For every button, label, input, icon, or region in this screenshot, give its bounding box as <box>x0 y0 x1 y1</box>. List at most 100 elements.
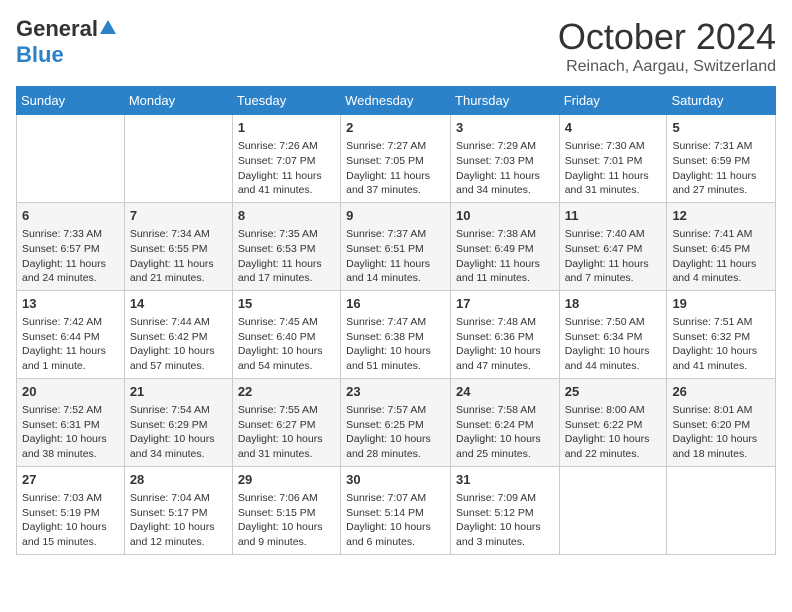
calendar-cell: 25Sunrise: 8:00 AMSunset: 6:22 PMDayligh… <box>559 378 667 466</box>
day-number: 10 <box>456 207 554 225</box>
sunset-text: Sunset: 6:51 PM <box>346 243 424 255</box>
sunset-text: Sunset: 6:53 PM <box>238 243 316 255</box>
sunrise-text: Sunrise: 7:50 AM <box>565 316 645 328</box>
sunrise-text: Sunrise: 8:01 AM <box>672 404 752 416</box>
calendar-cell: 19Sunrise: 7:51 AMSunset: 6:32 PMDayligh… <box>667 290 776 378</box>
calendar-cell: 2Sunrise: 7:27 AMSunset: 7:05 PMDaylight… <box>341 115 451 203</box>
calendar-cell: 21Sunrise: 7:54 AMSunset: 6:29 PMDayligh… <box>124 378 232 466</box>
sunrise-text: Sunrise: 8:00 AM <box>565 404 645 416</box>
day-number: 25 <box>565 383 662 401</box>
day-number: 3 <box>456 119 554 137</box>
day-number: 14 <box>130 295 227 313</box>
sunset-text: Sunset: 6:49 PM <box>456 243 534 255</box>
calendar-week-row: 13Sunrise: 7:42 AMSunset: 6:44 PMDayligh… <box>17 290 776 378</box>
sunrise-text: Sunrise: 7:44 AM <box>130 316 210 328</box>
sunset-text: Sunset: 6:24 PM <box>456 419 534 431</box>
sunrise-text: Sunrise: 7:06 AM <box>238 492 318 504</box>
sunset-text: Sunset: 6:27 PM <box>238 419 316 431</box>
day-number: 5 <box>672 119 770 137</box>
calendar-cell: 16Sunrise: 7:47 AMSunset: 6:38 PMDayligh… <box>341 290 451 378</box>
sunset-text: Sunset: 7:03 PM <box>456 155 534 167</box>
calendar-cell: 14Sunrise: 7:44 AMSunset: 6:42 PMDayligh… <box>124 290 232 378</box>
sunset-text: Sunset: 6:45 PM <box>672 243 750 255</box>
weekday-header-thursday: Thursday <box>451 87 560 115</box>
calendar-cell <box>559 466 667 554</box>
calendar-cell: 1 Sunrise: 7:26 AM Sunset: 7:07 PM Daylight… <box>232 115 340 203</box>
calendar-cell: 8Sunrise: 7:35 AMSunset: 6:53 PMDaylight… <box>232 202 340 290</box>
calendar-cell <box>17 115 125 203</box>
daylight-text: Daylight: 10 hours and 22 minutes. <box>565 433 650 460</box>
daylight-text: Daylight: 11 hours and 41 minutes. <box>238 170 322 197</box>
weekday-header-wednesday: Wednesday <box>341 87 451 115</box>
day-number: 20 <box>22 383 119 401</box>
sunset-text: Sunset: 5:12 PM <box>456 507 534 519</box>
day-number: 21 <box>130 383 227 401</box>
day-number: 1 <box>238 119 335 137</box>
sunset-text: Sunset: 6:44 PM <box>22 331 100 343</box>
sunset-text: Sunset: 6:32 PM <box>672 331 750 343</box>
day-number: 13 <box>22 295 119 313</box>
day-number: 26 <box>672 383 770 401</box>
weekday-header-friday: Friday <box>559 87 667 115</box>
daylight-text: Daylight: 10 hours and 47 minutes. <box>456 345 541 372</box>
sunrise-text: Sunrise: 7:04 AM <box>130 492 210 504</box>
daylight-text: Daylight: 10 hours and 41 minutes. <box>672 345 757 372</box>
logo-general-text: General <box>16 16 98 42</box>
day-number: 31 <box>456 471 554 489</box>
sunset-text: Sunset: 7:07 PM <box>238 155 316 167</box>
calendar-cell: 4Sunrise: 7:30 AMSunset: 7:01 PMDaylight… <box>559 115 667 203</box>
day-number: 18 <box>565 295 662 313</box>
calendar-cell: 18Sunrise: 7:50 AMSunset: 6:34 PMDayligh… <box>559 290 667 378</box>
day-number: 24 <box>456 383 554 401</box>
calendar-cell <box>667 466 776 554</box>
sunrise-text: Sunrise: 7:58 AM <box>456 404 536 416</box>
calendar-cell: 5Sunrise: 7:31 AMSunset: 6:59 PMDaylight… <box>667 115 776 203</box>
sunrise-text: Sunrise: 7:26 AM <box>238 140 318 152</box>
calendar-cell: 27Sunrise: 7:03 AMSunset: 5:19 PMDayligh… <box>17 466 125 554</box>
daylight-text: Daylight: 11 hours and 31 minutes. <box>565 170 649 197</box>
daylight-text: Daylight: 10 hours and 38 minutes. <box>22 433 107 460</box>
sunset-text: Sunset: 6:31 PM <box>22 419 100 431</box>
calendar-cell: 15Sunrise: 7:45 AMSunset: 6:40 PMDayligh… <box>232 290 340 378</box>
daylight-text: Daylight: 10 hours and 12 minutes. <box>130 521 215 548</box>
day-number: 15 <box>238 295 335 313</box>
sunrise-text: Sunrise: 7:03 AM <box>22 492 102 504</box>
sunset-text: Sunset: 6:42 PM <box>130 331 208 343</box>
daylight-text: Daylight: 10 hours and 18 minutes. <box>672 433 757 460</box>
sunrise-text: Sunrise: 7:35 AM <box>238 228 318 240</box>
daylight-text: Daylight: 10 hours and 25 minutes. <box>456 433 541 460</box>
daylight-text: Daylight: 10 hours and 15 minutes. <box>22 521 107 548</box>
daylight-text: Daylight: 11 hours and 4 minutes. <box>672 258 756 285</box>
month-title: October 2024 <box>558 16 776 58</box>
sunset-text: Sunset: 6:29 PM <box>130 419 208 431</box>
daylight-text: Daylight: 11 hours and 37 minutes. <box>346 170 430 197</box>
day-number: 12 <box>672 207 770 225</box>
daylight-text: Daylight: 11 hours and 34 minutes. <box>456 170 540 197</box>
daylight-text: Daylight: 10 hours and 34 minutes. <box>130 433 215 460</box>
logo: General Blue <box>16 16 116 68</box>
calendar-cell: 3 Sunrise: 7:29 AM Sunset: 7:03 PM Daylight… <box>451 115 560 203</box>
sunrise-text: Sunrise: 7:33 AM <box>22 228 102 240</box>
calendar-cell <box>124 115 232 203</box>
day-number: 4 <box>565 119 662 137</box>
day-number: 9 <box>346 207 445 225</box>
day-number: 22 <box>238 383 335 401</box>
sunrise-text: Sunrise: 7:47 AM <box>346 316 426 328</box>
day-number: 8 <box>238 207 335 225</box>
sunrise-text: Sunrise: 7:45 AM <box>238 316 318 328</box>
calendar-cell: 13Sunrise: 7:42 AMSunset: 6:44 PMDayligh… <box>17 290 125 378</box>
sunrise-text: Sunrise: 7:48 AM <box>456 316 536 328</box>
day-number: 29 <box>238 471 335 489</box>
sunrise-text: Sunrise: 7:30 AM <box>565 140 645 152</box>
sunrise-text: Sunrise: 7:31 AM <box>672 140 752 152</box>
calendar-cell: 7Sunrise: 7:34 AMSunset: 6:55 PMDaylight… <box>124 202 232 290</box>
calendar-cell: 31Sunrise: 7:09 AMSunset: 5:12 PMDayligh… <box>451 466 560 554</box>
day-number: 16 <box>346 295 445 313</box>
calendar-cell: 10Sunrise: 7:38 AMSunset: 6:49 PMDayligh… <box>451 202 560 290</box>
daylight-text: Daylight: 11 hours and 27 minutes. <box>672 170 756 197</box>
daylight-text: Daylight: 11 hours and 11 minutes. <box>456 258 540 285</box>
sunrise-text: Sunrise: 7:29 AM <box>456 140 536 152</box>
sunset-text: Sunset: 5:14 PM <box>346 507 424 519</box>
sunset-text: Sunset: 6:38 PM <box>346 331 424 343</box>
weekday-header-sunday: Sunday <box>17 87 125 115</box>
